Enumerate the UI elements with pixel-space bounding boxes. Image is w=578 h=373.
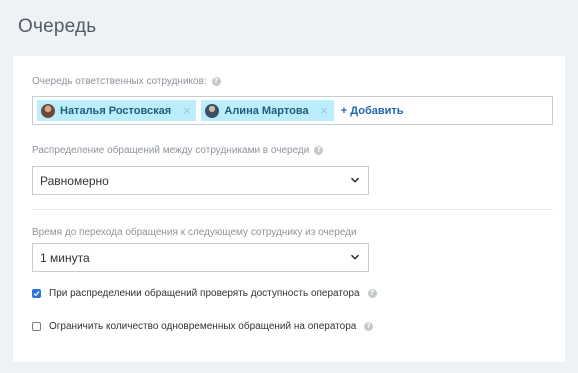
employee-tag: Наталья Ростовская × (37, 100, 197, 121)
timeout-label: Время до перехода обращения к следующему… (32, 227, 357, 238)
queue-label: Очередь ответственных сотрудников: (32, 76, 207, 87)
distribution-label: Распределение обращений между сотрудника… (32, 145, 310, 156)
limit-concurrent-row: Ограничить количество одновременных обра… (32, 321, 374, 332)
distribution-select[interactable]: Равномерно (32, 166, 369, 195)
limit-concurrent-checkbox[interactable] (32, 322, 41, 331)
page-title: Очередь (18, 16, 97, 37)
queue-label-row: Очередь ответственных сотрудников: ? (32, 76, 221, 87)
distribution-label-row: Распределение обращений между сотрудника… (32, 145, 324, 156)
queue-employees-field[interactable]: Наталья Ростовская × Алина Мартова × + Д… (32, 96, 553, 125)
settings-card: Очередь ответственных сотрудников: ? Нат… (13, 56, 565, 362)
timeout-label-row: Время до перехода обращения к следующему… (32, 227, 357, 238)
help-icon[interactable]: ? (364, 322, 374, 331)
remove-tag-icon[interactable]: × (320, 104, 329, 117)
help-icon[interactable]: ? (211, 77, 221, 86)
divider (32, 209, 553, 210)
avatar (205, 103, 220, 118)
check-availability-label: При распределении обращений проверять до… (49, 288, 360, 299)
distribution-value: Равномерно (40, 173, 109, 188)
limit-concurrent-label: Ограничить количество одновременных обра… (49, 321, 357, 332)
employee-name: Наталья Ростовская (60, 104, 172, 117)
avatar (41, 103, 55, 118)
checkmark-icon (33, 291, 40, 297)
timeout-value: 1 минута (40, 250, 90, 265)
add-employee-link[interactable]: + Добавить (341, 105, 404, 117)
chevron-down-icon (350, 177, 360, 183)
help-icon[interactable]: ? (367, 289, 377, 298)
chevron-down-icon (350, 254, 360, 260)
remove-tag-icon[interactable]: × (182, 104, 191, 117)
check-availability-row: При распределении обращений проверять до… (32, 288, 377, 299)
help-icon[interactable]: ? (314, 146, 324, 155)
check-availability-checkbox[interactable] (32, 289, 41, 298)
employee-name: Алина Мартова (224, 104, 309, 117)
timeout-select[interactable]: 1 минута (32, 243, 369, 272)
employee-tag: Алина Мартова × (201, 100, 334, 121)
